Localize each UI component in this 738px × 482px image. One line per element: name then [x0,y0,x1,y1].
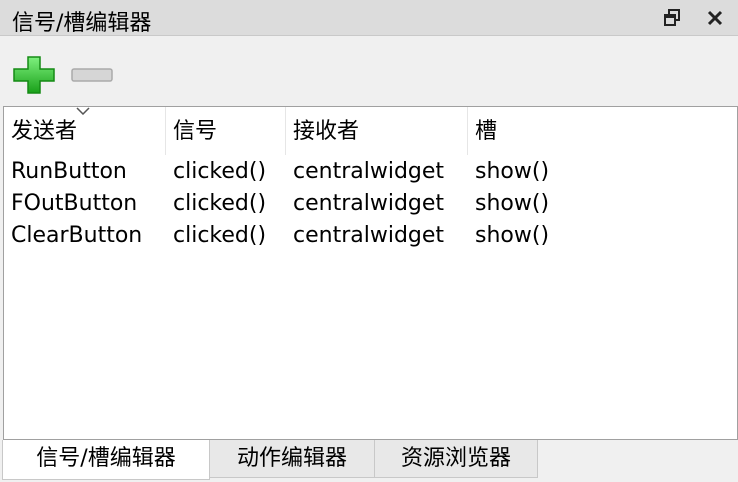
column-header-label: 接收者 [293,119,360,144]
sender-cell[interactable]: ClearButton [4,220,142,252]
column-header-signal[interactable]: 信号 [166,107,286,155]
table-row[interactable]: FOutButton clicked() centralwidget show(… [4,188,737,220]
add-connection-button[interactable] [12,55,56,95]
tab-signal-slot-editor[interactable]: 信号/槽编辑器 [2,440,210,480]
tab-label: 信号/槽编辑器 [36,446,176,471]
add-icon [13,56,55,94]
float-window-icon[interactable] [660,6,684,30]
connections-table[interactable]: 发送者 信号 接收者 槽 RunButton clicked() central… [3,106,738,440]
dock-title-bar: 信号/槽编辑器 [0,0,738,36]
table-row[interactable]: RunButton clicked() centralwidget show() [4,156,737,188]
tab-label: 动作编辑器 [236,446,347,471]
receiver-cell[interactable]: centralwidget [286,156,444,188]
column-header-label: 信号 [173,119,218,144]
dock-title: 信号/槽编辑器 [12,11,152,36]
sender-cell[interactable]: FOutButton [4,188,137,220]
column-header-label: 发送者 [11,119,78,144]
remove-connection-button[interactable] [70,66,114,84]
slot-cell[interactable]: show() [468,220,549,252]
remove-icon [71,68,113,82]
column-header-label: 槽 [475,119,498,144]
sort-indicator-icon [76,107,90,115]
column-header-slot[interactable]: 槽 [468,107,737,155]
tab-label: 资源浏览器 [400,446,511,471]
table-header: 发送者 信号 接收者 槽 [4,107,737,155]
dock-tab-bar: 信号/槽编辑器 动作编辑器 资源浏览器 [0,440,738,482]
close-icon[interactable] [703,6,727,30]
receiver-cell[interactable]: centralwidget [286,188,444,220]
tab-action-editor[interactable]: 动作编辑器 [210,440,375,478]
slot-cell[interactable]: show() [468,188,549,220]
sender-cell[interactable]: RunButton [4,156,127,188]
receiver-cell[interactable]: centralwidget [286,220,444,252]
column-header-receiver[interactable]: 接收者 [286,107,468,155]
signal-cell[interactable]: clicked() [166,156,266,188]
slot-cell[interactable]: show() [468,156,549,188]
signal-cell[interactable]: clicked() [166,220,266,252]
signal-cell[interactable]: clicked() [166,188,266,220]
table-row[interactable]: ClearButton clicked() centralwidget show… [4,220,737,252]
tab-resource-browser[interactable]: 资源浏览器 [375,440,538,478]
